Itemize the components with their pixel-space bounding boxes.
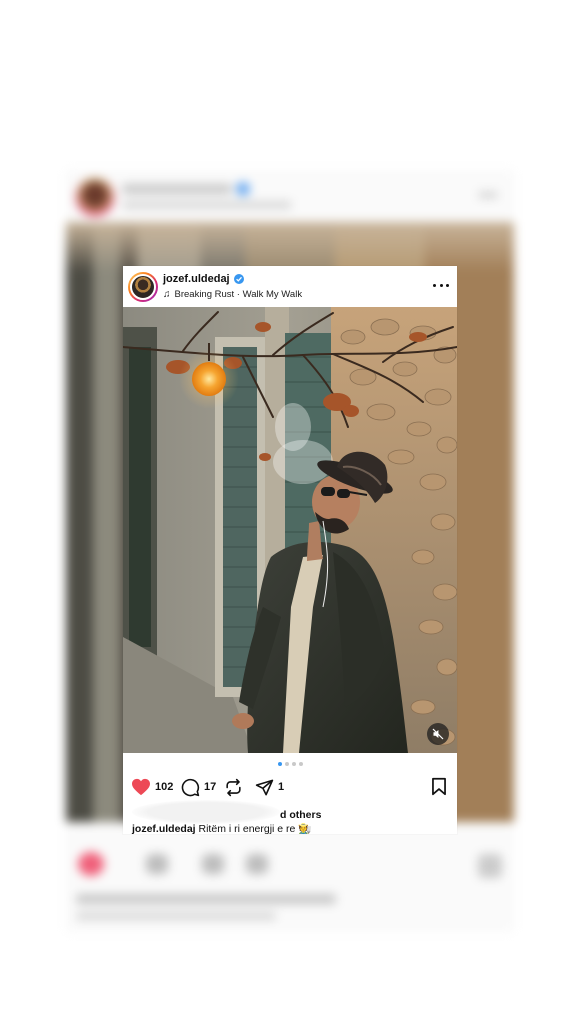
blurred-header <box>66 170 514 222</box>
blurred-send-icon <box>246 854 268 874</box>
comment-button[interactable]: 17 <box>181 775 216 799</box>
carousel-dot <box>298 762 303 766</box>
action-bar: 102 17 1 <box>123 775 457 799</box>
song-row[interactable]: ♫ Breaking Rust · Walk My Walk <box>163 289 302 300</box>
blurred-avatar <box>76 178 114 216</box>
blurred-username <box>122 184 232 194</box>
music-note-icon: ♫ <box>163 288 171 300</box>
username-row[interactable]: jozef.uldedaj <box>163 273 244 285</box>
verified-badge-icon <box>233 274 244 284</box>
carousel-dot <box>284 762 289 766</box>
blurred-photo-sky <box>66 222 514 272</box>
repost-icon <box>226 778 241 796</box>
send-icon <box>255 779 274 795</box>
save-button[interactable] <box>431 777 447 801</box>
blurred-more-icon <box>478 192 498 198</box>
username[interactable]: jozef.uldedaj <box>163 273 230 285</box>
comments-count: 17 <box>204 781 217 793</box>
avatar-image <box>130 274 156 300</box>
blurred-bookmark-icon <box>478 854 502 878</box>
like-button[interactable]: 102 <box>131 775 173 799</box>
repost-button[interactable] <box>224 775 243 799</box>
post-photo[interactable] <box>123 307 457 753</box>
post-header: jozef.uldedaj ♫ Breaking Rust · Walk My … <box>123 266 457 307</box>
caption: jozef.uldedaj Ritëm i ri energji e re 🧑‍… <box>132 822 311 834</box>
post-card: jozef.uldedaj ♫ Breaking Rust · Walk My … <box>123 266 457 834</box>
shares-count: 1 <box>278 781 285 793</box>
blurred-verified-icon <box>236 182 250 196</box>
blurred-song <box>122 201 292 209</box>
avatar[interactable] <box>128 272 158 302</box>
more-options-icon[interactable] <box>433 279 449 291</box>
caption-username[interactable]: jozef.uldedaj <box>132 823 196 834</box>
photo-illustration <box>123 307 457 753</box>
carousel-dot <box>291 762 296 766</box>
blurred-heart-icon <box>78 852 104 876</box>
blurred-comment-icon <box>146 854 168 874</box>
blurred-caption-line <box>76 912 276 920</box>
blurred-likes-line <box>76 894 336 904</box>
carousel-dot-active <box>277 762 282 766</box>
bookmark-icon <box>432 777 446 796</box>
caption-text: Ritëm i ri energji e re 🧑‍🌾 <box>198 823 312 834</box>
likes-suffix: d others <box>280 808 322 821</box>
blurred-repost-icon <box>202 854 224 874</box>
share-button[interactable]: 1 <box>255 775 284 799</box>
likes-count: 102 <box>155 781 174 793</box>
carousel-indicator <box>123 762 457 768</box>
comment-icon <box>181 778 200 796</box>
song-title[interactable]: Breaking Rust · Walk My Walk <box>175 289 303 300</box>
mute-icon[interactable] <box>427 723 449 745</box>
obscured-liker-name <box>132 800 280 824</box>
heart-icon <box>132 778 150 796</box>
